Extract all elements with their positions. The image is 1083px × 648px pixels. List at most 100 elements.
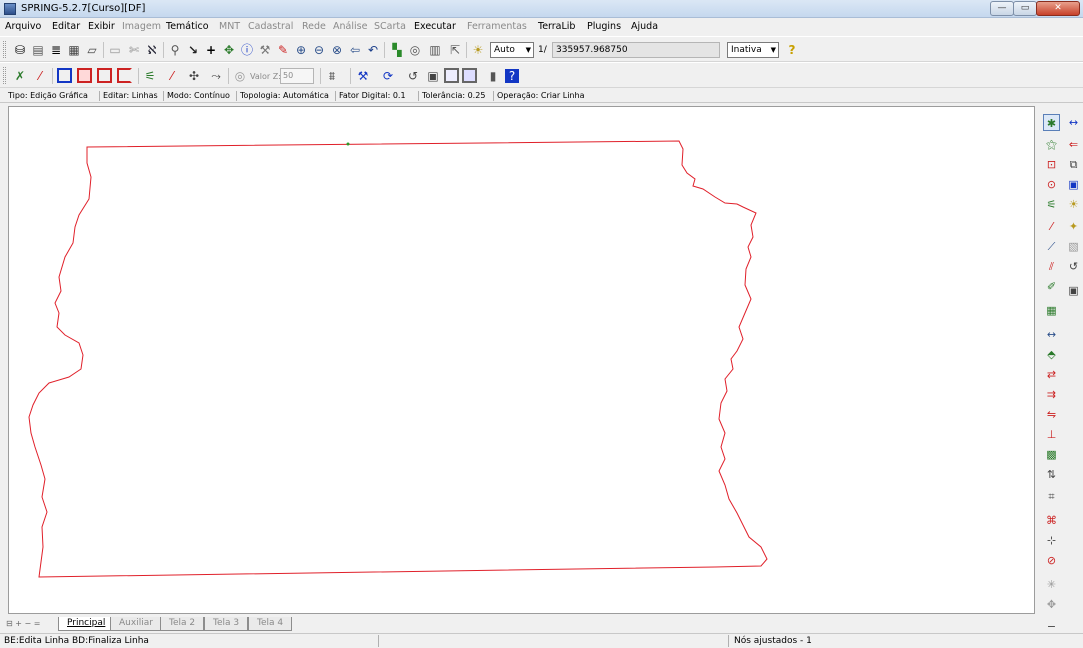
menu-tematico[interactable]: Temático [166,21,209,32]
undo-zoom-icon[interactable]: ↶ [365,42,381,58]
simplify-icon[interactable]: ⊹ [1043,532,1060,549]
refresh-icon[interactable]: ⟳ [380,68,396,84]
toolbar-grip[interactable] [3,67,6,84]
tab-tela-4[interactable]: Tela 4 [248,617,293,631]
save-icon[interactable]: ▣ [425,68,441,84]
undo-icon[interactable]: ↺ [405,68,421,84]
table-icon[interactable]: ▥ [427,42,443,58]
menu-plugins[interactable]: Plugins [587,21,621,32]
grid-snap-icon[interactable]: ▦ [1043,302,1060,319]
maximize-button[interactable]: ▭ [1013,1,1037,16]
project-icon[interactable]: ▤ [30,42,46,58]
zoom-area-icon[interactable]: ⊗ [329,42,345,58]
line-erase-icon[interactable]: ✐ [1043,278,1060,295]
palette-icon[interactable]: ☀ [470,42,486,58]
polygon-icon[interactable]: ▩ [1043,446,1060,463]
line-reshape-icon[interactable]: ⫽ [1043,258,1060,275]
state-select[interactable]: Inativa ▼ [727,42,779,58]
book-icon[interactable]: ▮ [485,68,501,84]
pencil-icon[interactable]: ✎ [275,42,291,58]
tab-tela-3[interactable]: Tela 3 [204,617,249,631]
legend-icon[interactable]: ℵ [144,42,160,58]
arrow-left-icon[interactable]: ⇐ [1065,136,1082,153]
mode-open-icon[interactable] [117,68,132,83]
node-icon[interactable]: ⚟ [142,68,158,84]
menu-ajuda[interactable]: Ajuda [631,21,658,32]
toolbar-grip[interactable] [3,41,6,58]
grid-icon[interactable]: ▦ [66,42,82,58]
pointer-plus-icon[interactable]: ⇱ [447,42,463,58]
join-icon[interactable]: ⇉ [1043,386,1060,403]
node-circle-icon[interactable]: ⊙ [1043,176,1060,193]
map-canvas[interactable] [8,106,1035,614]
tools-icon[interactable]: ⚒ [355,68,371,84]
select-icon[interactable]: ⚲ [167,42,183,58]
cursor-icon[interactable]: ↘ [185,42,201,58]
palette-icon[interactable]: ☀ [1065,196,1082,213]
delete-icon[interactable]: ⊘ [1043,552,1060,569]
menu-cadastral[interactable]: Cadastral [248,21,293,32]
database-icon[interactable]: ⛁ [12,42,28,58]
menu-editar[interactable]: Editar [52,21,80,32]
menu-scarta[interactable]: SCarta [374,21,406,32]
move-node-icon[interactable]: ↔ [1043,326,1060,343]
node-rect-icon[interactable]: ⊡ [1043,156,1060,173]
snap-node-icon[interactable]: ✱ [1043,114,1060,131]
save-icon[interactable]: ▣ [1065,282,1082,299]
menu-rede[interactable]: Rede [302,21,326,32]
menu-mnt[interactable]: MNT [219,21,240,32]
horizontal-icon[interactable]: ↔ [1065,114,1082,131]
mode-point-icon[interactable] [97,68,112,83]
pan-node-icon[interactable]: ✥ [1043,596,1060,613]
pan-icon[interactable]: ✥ [221,42,237,58]
close-poly-icon[interactable]: ⌗ [1043,488,1060,505]
scissors-icon[interactable]: ✄ [126,42,142,58]
mode-rect-icon[interactable] [57,68,72,83]
zoom-dropdown-icon[interactable]: ◎ [407,42,423,58]
brush-icon[interactable]: ✦ [1065,218,1082,235]
zoom-out-icon[interactable]: ⊖ [311,42,327,58]
scale-field[interactable]: 335957.968750 [552,42,720,58]
layers-icon[interactable]: ≣ [48,42,64,58]
mode-continuous-icon[interactable] [77,68,92,83]
menu-analise[interactable]: Análise [333,21,367,32]
point-icon[interactable]: ✳ [1043,576,1060,593]
zoom-back-icon[interactable]: ⇦ [347,42,363,58]
measure-icon[interactable]: ⚒ [257,42,273,58]
move-line-icon[interactable]: ⬘ [1043,346,1060,363]
boundary-line[interactable] [28,140,768,578]
valor-z-input[interactable]: 50 [280,68,314,84]
menu-executar[interactable]: Executar [414,21,456,32]
minimize-button[interactable]: — [990,1,1014,16]
menu-imagem[interactable]: Imagem [122,21,161,32]
line-tools-icon[interactable]: ⁄ [164,68,180,84]
trim-icon[interactable]: ⊥ [1043,426,1060,443]
smooth-icon[interactable]: ⌘ [1043,512,1060,529]
draw-icon[interactable]: ▚ [389,42,405,58]
curve-icon[interactable]: ⤳ [208,68,224,84]
menu-terralib[interactable]: TerraLib [538,21,575,32]
node-split-icon[interactable]: ⚟ [1043,196,1060,213]
line-edit-icon[interactable]: ⟋ [1043,238,1060,255]
split-icon[interactable]: ⇋ [1043,406,1060,423]
rotate-icon[interactable]: ⇄ [1043,366,1060,383]
hatch-icon[interactable]: ▧ [1065,238,1082,255]
close-button[interactable]: ✕ [1036,1,1080,16]
info-icon[interactable]: ⓘ [239,42,255,58]
help-icon[interactable]: ? [784,42,800,58]
move-icon[interactable]: ✣ [186,68,202,84]
copy-icon[interactable]: ⧉ [1065,156,1082,173]
line-node[interactable] [346,142,350,146]
reverse-icon[interactable]: ⇅ [1043,466,1060,483]
help-icon[interactable]: ? [505,69,519,83]
crosshair-icon[interactable]: + [203,42,219,58]
menu-exibir[interactable]: Exibir [88,21,115,32]
line-create-icon[interactable]: ⁄ [1043,218,1060,235]
image-icon[interactable]: ▣ [1065,176,1082,193]
undo-icon[interactable]: ↺ [1065,258,1082,275]
tab-tela-2[interactable]: Tela 2 [160,617,205,631]
parallelogram-icon[interactable]: ▱ [84,42,100,58]
tab-auxiliar[interactable]: Auxiliar [110,617,162,631]
attribute-icon[interactable]: ⩩ [324,68,340,84]
window-icon[interactable]: ▭ [107,42,123,58]
